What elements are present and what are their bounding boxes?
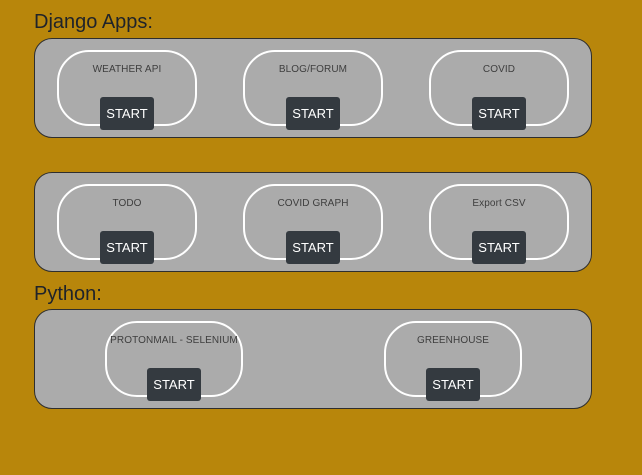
app-card-greenhouse: GREENHOUSE START bbox=[384, 321, 522, 401]
app-label-covid: COVID bbox=[482, 64, 516, 75]
app-card-covid: COVID START bbox=[429, 50, 569, 130]
start-button-covid-graph[interactable]: START bbox=[286, 231, 340, 264]
start-button-greenhouse[interactable]: START bbox=[426, 368, 480, 401]
app-card-todo: TODO START bbox=[57, 184, 197, 264]
app-card-protonmail-selenium: PROTONMAIL - SELENIUM START bbox=[105, 321, 243, 401]
start-button-blog-forum[interactable]: START bbox=[286, 97, 340, 130]
app-card-covid-graph: COVID GRAPH START bbox=[243, 184, 383, 264]
app-card-weather-api: WEATHER API START bbox=[57, 50, 197, 130]
start-button-protonmail-selenium[interactable]: START bbox=[147, 368, 201, 401]
app-label-greenhouse: GREENHOUSE bbox=[416, 335, 490, 346]
django-apps-panel-2: TODO START COVID GRAPH START Export CSV … bbox=[34, 172, 592, 272]
django-apps-heading: Django Apps: bbox=[34, 11, 153, 33]
python-apps-panel: PROTONMAIL - SELENIUM START GREENHOUSE S… bbox=[34, 309, 592, 409]
start-button-todo[interactable]: START bbox=[100, 231, 154, 264]
start-button-weather-api[interactable]: START bbox=[100, 97, 154, 130]
app-label-weather-api: WEATHER API bbox=[92, 64, 162, 75]
app-label-todo: TODO bbox=[112, 198, 142, 209]
app-label-blog-forum: BLOG/FORUM bbox=[278, 64, 348, 75]
app-card-blog-forum: BLOG/FORUM START bbox=[243, 50, 383, 130]
start-button-export-csv[interactable]: START bbox=[472, 231, 526, 264]
python-heading: Python: bbox=[34, 283, 102, 305]
app-label-export-csv: Export CSV bbox=[472, 198, 526, 209]
app-label-covid-graph: COVID GRAPH bbox=[277, 198, 349, 209]
django-apps-panel-1: WEATHER API START BLOG/FORUM START COVID… bbox=[34, 38, 592, 138]
app-label-protonmail-selenium: PROTONMAIL - SELENIUM bbox=[110, 335, 238, 346]
start-button-covid[interactable]: START bbox=[472, 97, 526, 130]
app-card-export-csv: Export CSV START bbox=[429, 184, 569, 264]
